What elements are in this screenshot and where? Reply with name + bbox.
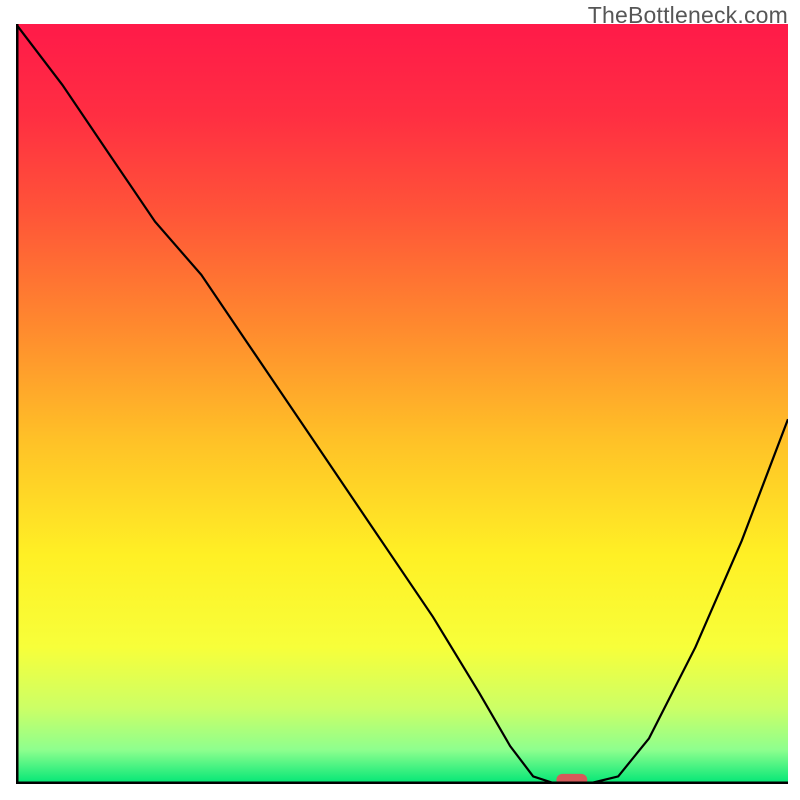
chart-container: TheBottleneck.com [0, 0, 800, 800]
chart-svg [16, 24, 788, 784]
gradient-background [16, 24, 788, 784]
plot-area [16, 24, 788, 784]
